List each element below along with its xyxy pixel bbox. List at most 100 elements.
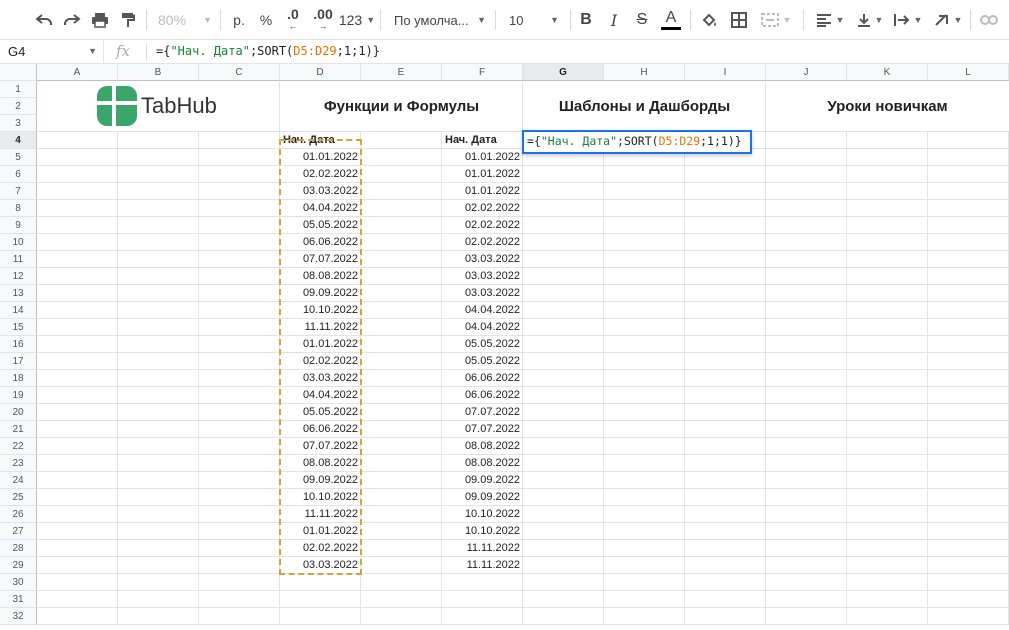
currency-format-button[interactable]: р. [228, 8, 250, 32]
insert-link-icon[interactable] [977, 8, 1001, 32]
date-cell-d[interactable]: 09.09.2022 [280, 472, 361, 489]
functions-link[interactable]: Функции и Формулы [280, 98, 523, 115]
date-cell-f[interactable]: 01.01.2022 [442, 149, 523, 166]
row-header-16[interactable]: 16 [0, 336, 37, 353]
date-cell-d[interactable]: 08.08.2022 [280, 455, 361, 472]
column-header-f[interactable]: F [442, 64, 523, 81]
date-cell-f[interactable]: 04.04.2022 [442, 319, 523, 336]
date-cell-d[interactable]: 07.07.2022 [280, 438, 361, 455]
date-cell-d[interactable]: 02.02.2022 [280, 166, 361, 183]
date-cell-d[interactable]: 04.04.2022 [280, 387, 361, 404]
name-box[interactable]: G4 ▼ [0, 40, 104, 63]
date-cell-f[interactable]: 01.01.2022 [442, 183, 523, 200]
row-header-26[interactable]: 26 [0, 506, 37, 523]
row-header-4[interactable]: 4 [0, 132, 37, 149]
merge-cells-icon[interactable]: ▼ [756, 8, 796, 32]
row-header-1[interactable]: 1 [0, 81, 37, 98]
column-heading-cell[interactable]: Нач. Дата [442, 132, 522, 149]
date-cell-d[interactable]: 01.01.2022 [280, 523, 361, 540]
date-cell-f[interactable]: 01.01.2022 [442, 166, 523, 183]
date-cell-f[interactable]: 02.02.2022 [442, 217, 523, 234]
date-cell-f[interactable]: 08.08.2022 [442, 438, 523, 455]
row-header-19[interactable]: 19 [0, 387, 37, 404]
row-header-17[interactable]: 17 [0, 353, 37, 370]
date-cell-f[interactable]: 02.02.2022 [442, 200, 523, 217]
date-cell-f[interactable]: 03.03.2022 [442, 251, 523, 268]
font-family-select[interactable]: По умолча... ▼ [390, 8, 490, 32]
fill-color-icon[interactable] [698, 8, 722, 32]
date-cell-f[interactable]: 08.08.2022 [442, 455, 523, 472]
date-cell-d[interactable]: 03.03.2022 [280, 183, 361, 200]
date-cell-f[interactable]: 06.06.2022 [442, 370, 523, 387]
date-cell-f[interactable]: 06.06.2022 [442, 387, 523, 404]
column-heading-cell[interactable]: Нач. Дата [280, 132, 360, 149]
row-header-9[interactable]: 9 [0, 217, 37, 234]
undo-icon[interactable] [32, 8, 56, 32]
row-header-2[interactable]: 2 [0, 98, 37, 115]
print-icon[interactable] [88, 8, 112, 32]
date-cell-f[interactable]: 07.07.2022 [442, 404, 523, 421]
row-header-18[interactable]: 18 [0, 370, 37, 387]
zoom-select[interactable]: 80% ▼ [154, 8, 216, 32]
date-cell-d[interactable]: 03.03.2022 [280, 370, 361, 387]
date-cell-d[interactable]: 05.05.2022 [280, 217, 361, 234]
date-cell-d[interactable]: 06.06.2022 [280, 421, 361, 438]
row-header-20[interactable]: 20 [0, 404, 37, 421]
date-cell-f[interactable]: 05.05.2022 [442, 353, 523, 370]
date-cell-d[interactable]: 02.02.2022 [280, 540, 361, 557]
date-cell-f[interactable]: 09.09.2022 [442, 472, 523, 489]
decrease-decimal-button[interactable]: .0 ← [281, 7, 305, 32]
row-header-28[interactable]: 28 [0, 540, 37, 557]
row-header-3[interactable]: 3 [0, 115, 37, 132]
select-all-corner[interactable] [0, 64, 37, 81]
date-cell-f[interactable]: 03.03.2022 [442, 268, 523, 285]
row-header-13[interactable]: 13 [0, 285, 37, 302]
date-cell-f[interactable]: 04.04.2022 [442, 302, 523, 319]
text-wrap-icon[interactable]: ▼ [890, 8, 926, 32]
redo-icon[interactable] [60, 8, 84, 32]
beginner-lessons-link[interactable]: Уроки новичкам [766, 98, 1009, 115]
formula-input[interactable]: ={"Нач. Дата";SORT(D5:D29;1;1)} [156, 40, 380, 63]
row-header-11[interactable]: 11 [0, 251, 37, 268]
column-header-i[interactable]: I [685, 64, 766, 81]
row-header-27[interactable]: 27 [0, 523, 37, 540]
italic-button[interactable]: I [603, 8, 625, 32]
date-cell-f[interactable]: 09.09.2022 [442, 489, 523, 506]
date-cell-f[interactable]: 10.10.2022 [442, 506, 523, 523]
date-cell-d[interactable]: 08.08.2022 [280, 268, 361, 285]
number-format-select[interactable]: 123 ▼ [339, 8, 375, 32]
bold-button[interactable]: B [575, 8, 597, 32]
row-header-15[interactable]: 15 [0, 319, 37, 336]
increase-decimal-button[interactable]: .00 → [309, 7, 337, 32]
text-rotation-icon[interactable]: ▼ [930, 8, 966, 32]
paint-format-icon[interactable] [116, 8, 140, 32]
column-header-h[interactable]: H [604, 64, 685, 81]
borders-icon[interactable] [727, 8, 751, 32]
row-header-25[interactable]: 25 [0, 489, 37, 506]
vertical-align-icon[interactable]: ▼ [852, 8, 888, 32]
column-header-j[interactable]: J [766, 64, 847, 81]
column-header-a[interactable]: A [37, 64, 118, 81]
column-header-l[interactable]: L [928, 64, 1009, 81]
column-header-b[interactable]: B [118, 64, 199, 81]
templates-link[interactable]: Шаблоны и Дашборды [523, 98, 766, 115]
date-cell-f[interactable]: 11.11.2022 [442, 540, 523, 557]
date-cell-d[interactable]: 11.11.2022 [280, 506, 361, 523]
tabhub-logo[interactable] [96, 85, 138, 127]
date-cell-d[interactable]: 02.02.2022 [280, 353, 361, 370]
date-cell-f[interactable]: 10.10.2022 [442, 523, 523, 540]
row-header-22[interactable]: 22 [0, 438, 37, 455]
date-cell-d[interactable]: 10.10.2022 [280, 489, 361, 506]
column-header-e[interactable]: E [361, 64, 442, 81]
column-header-k[interactable]: K [847, 64, 928, 81]
row-header-10[interactable]: 10 [0, 234, 37, 251]
percent-format-button[interactable]: % [255, 8, 277, 32]
date-cell-f[interactable]: 07.07.2022 [442, 421, 523, 438]
row-header-23[interactable]: 23 [0, 455, 37, 472]
column-header-g[interactable]: G [523, 64, 604, 81]
date-cell-d[interactable]: 01.01.2022 [280, 336, 361, 353]
date-cell-f[interactable]: 02.02.2022 [442, 234, 523, 251]
row-header-24[interactable]: 24 [0, 472, 37, 489]
column-header-c[interactable]: C [199, 64, 280, 81]
date-cell-d[interactable]: 01.01.2022 [280, 149, 361, 166]
